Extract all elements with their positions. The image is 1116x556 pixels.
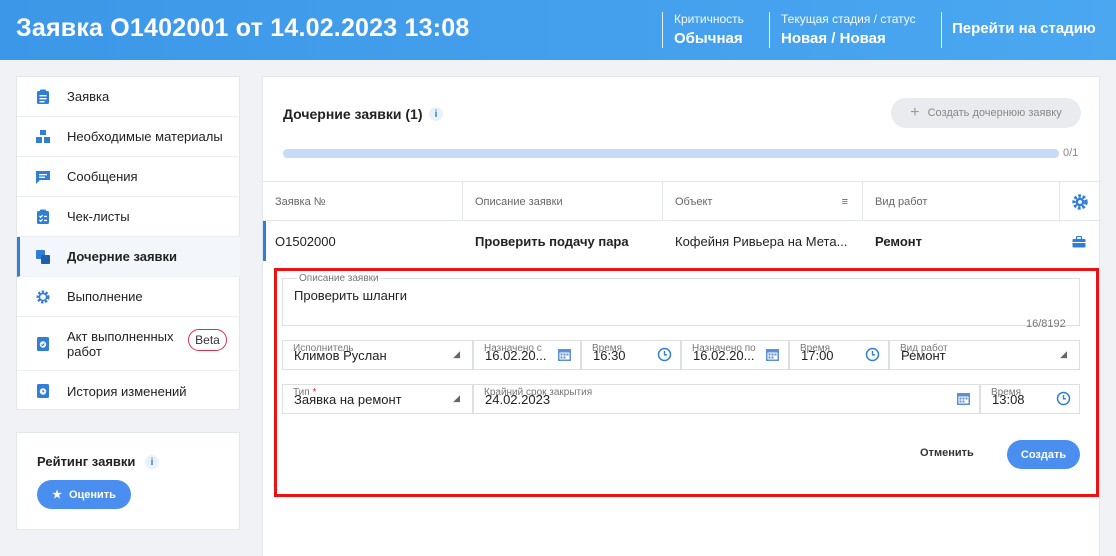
- section-title: Дочерние заявки (1): [283, 106, 423, 122]
- goto-stage-button[interactable]: Перейти на стадию: [952, 20, 1096, 37]
- sidebar-item-label: Выполнение: [67, 289, 143, 304]
- rating-title: Рейтинг заявки: [37, 454, 136, 469]
- cell-object: Кофейня Ривьера на Мета...: [675, 233, 848, 249]
- criticality-label: Критичность: [674, 12, 744, 26]
- header-divider: [941, 12, 942, 48]
- sidebar-item-messages[interactable]: Сообщения: [17, 157, 240, 197]
- rate-button-label: Оценить: [68, 488, 116, 501]
- sidebar-item-request[interactable]: Заявка: [17, 77, 240, 117]
- star-icon: ★: [52, 489, 62, 501]
- table-row[interactable]: О1502000 Проверить подачу пара Кофейня Р…: [263, 221, 1101, 261]
- criticality-value: Обычная: [674, 30, 743, 47]
- progress-text: 0/1: [1063, 147, 1079, 159]
- header-divider: [662, 12, 663, 48]
- header-bar: Заявка О1402001 от 14.02.2023 13:08 Крит…: [0, 0, 1116, 60]
- page-title: Заявка О1402001 от 14.02.2023 13:08: [16, 14, 470, 42]
- sidebar-item-history[interactable]: История изменений: [17, 371, 240, 411]
- sidebar-item-label: История изменений: [67, 383, 187, 399]
- history-icon: [35, 383, 51, 399]
- stage-block: Текущая стадия / статус Новая / Новая: [781, 12, 916, 47]
- column-header-work-type[interactable]: Вид работ: [863, 182, 1060, 221]
- sidebar-item-materials[interactable]: Необходимые материалы: [17, 117, 240, 157]
- sidebar-item-label: Заявка: [67, 89, 110, 104]
- plus-icon: +: [910, 104, 920, 121]
- highlight-frame: [274, 268, 1099, 497]
- boxes-icon: [35, 129, 51, 145]
- cell-work-type: Ремонт: [875, 233, 923, 249]
- sidebar-item-label: Чек-листы: [67, 209, 130, 224]
- document-check-icon: [35, 336, 51, 352]
- criticality-block: Критичность Обычная: [674, 12, 744, 47]
- table-settings-gear-icon[interactable]: [1071, 193, 1089, 211]
- progress-bar: [283, 149, 1059, 158]
- column-header-object-label: Объект: [675, 195, 713, 208]
- stage-value: Новая / Новая: [781, 30, 886, 47]
- cell-description: Проверить подачу пара: [475, 233, 629, 249]
- table-header: Заявка № Описание заявки Объект ≡ Вид ра…: [263, 181, 1101, 221]
- checklist-icon: [35, 209, 51, 225]
- sidebar-item-child-requests[interactable]: Дочерние заявки: [17, 237, 240, 277]
- gear-icon: [35, 289, 51, 305]
- sidebar-item-label: Сообщения: [67, 169, 138, 184]
- clipboard-icon: [35, 89, 51, 105]
- rating-card: Рейтинг заявки i ★ Оценить: [16, 432, 240, 530]
- sidebar-item-label: Дочерние заявки: [67, 249, 178, 264]
- info-icon[interactable]: i: [429, 107, 443, 121]
- sidebar-item-checklists[interactable]: Чек-листы: [17, 197, 240, 237]
- info-icon[interactable]: i: [145, 455, 159, 469]
- create-child-request-button[interactable]: + Создать дочернюю заявку: [891, 98, 1081, 128]
- column-header-number[interactable]: Заявка №: [263, 182, 463, 221]
- sidebar-item-execution[interactable]: Выполнение: [17, 277, 240, 317]
- header-divider: [769, 12, 770, 48]
- beta-badge: Beta: [188, 329, 227, 351]
- filter-sort-icon[interactable]: ≡: [842, 196, 848, 208]
- chat-icon: [35, 169, 51, 185]
- child-requests-icon: [35, 249, 51, 265]
- stage-label: Текущая стадия / статус: [781, 12, 916, 26]
- sidebar-item-label: Необходимые материалы: [67, 129, 223, 144]
- column-header-description[interactable]: Описание заявки: [463, 182, 663, 221]
- rate-button[interactable]: ★ Оценить: [37, 480, 131, 509]
- sidebar-item-label: Акт выполненных работ: [67, 328, 174, 359]
- briefcase-icon[interactable]: [1072, 235, 1086, 248]
- sidebar-item-work-act[interactable]: Акт выполненных работ Beta: [17, 317, 240, 371]
- column-header-object[interactable]: Объект ≡: [663, 182, 863, 221]
- create-child-label: Создать дочернюю заявку: [927, 107, 1062, 119]
- sidebar: Заявка Необходимые материалы Сообщения Ч…: [16, 76, 240, 410]
- cell-number: О1502000: [275, 233, 336, 249]
- progress-fill: [283, 149, 1059, 158]
